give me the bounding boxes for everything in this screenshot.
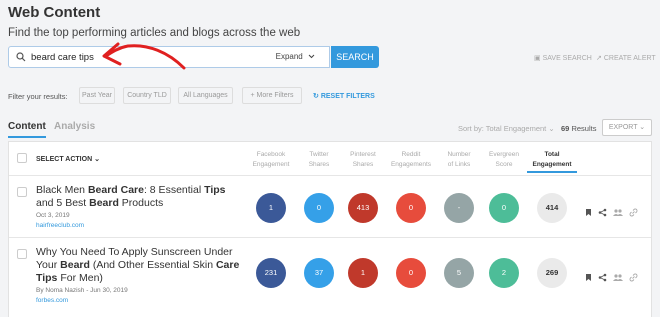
row-meta: Oct 3, 2019 bbox=[36, 212, 70, 219]
filter-all-languages[interactable]: All Languages bbox=[178, 87, 233, 104]
header-divider bbox=[9, 175, 651, 176]
tab-analysis[interactable]: Analysis bbox=[54, 121, 95, 132]
create-alert-link[interactable]: ↗ CREATE ALERT bbox=[596, 54, 656, 62]
chevron-down-icon bbox=[308, 55, 315, 59]
twitter-metric: 0 bbox=[304, 193, 334, 223]
page-title: Web Content bbox=[8, 4, 101, 21]
users-icon[interactable] bbox=[613, 204, 623, 216]
reddit-metric: 0 bbox=[396, 193, 426, 223]
trend-icon: ↗ bbox=[596, 55, 602, 62]
share-icon[interactable] bbox=[598, 204, 607, 217]
red-arrow-annotation bbox=[102, 42, 186, 70]
chevron-down-icon: ⌄ bbox=[639, 124, 646, 131]
bookmark-icon[interactable] bbox=[584, 204, 593, 216]
row-checkbox[interactable] bbox=[17, 187, 27, 197]
refresh-icon: ↻ bbox=[313, 93, 319, 100]
col-twitter[interactable]: Twitter Shares bbox=[297, 150, 341, 169]
expand-label: Expand bbox=[275, 52, 303, 61]
total-metric: 414 bbox=[537, 193, 567, 223]
row-domain-link[interactable]: hairfreeclub.com bbox=[36, 222, 84, 229]
reddit-metric: 0 bbox=[396, 258, 426, 288]
col-reddit[interactable]: Reddit Engagements bbox=[389, 150, 433, 169]
reset-filters-link[interactable]: ↻ RESET FILTERS bbox=[313, 92, 375, 100]
chevron-down-icon: ⌄ bbox=[548, 124, 555, 133]
select-action-dropdown[interactable]: SELECT ACTION ⌄ bbox=[36, 155, 100, 163]
row-divider bbox=[9, 237, 651, 238]
filter-more-filters[interactable]: + More Filters bbox=[242, 87, 302, 104]
search-button[interactable]: SEARCH bbox=[331, 46, 379, 68]
row-meta: By Noma Nazish - Jun 30, 2019 bbox=[36, 287, 128, 294]
col-total[interactable]: Total Engagement bbox=[527, 150, 577, 173]
select-all-checkbox[interactable] bbox=[17, 153, 27, 163]
users-icon[interactable] bbox=[613, 269, 623, 281]
col-pinterest[interactable]: Pinterest Shares bbox=[341, 150, 385, 169]
evergreen-metric: 2 bbox=[489, 258, 519, 288]
export-button[interactable]: EXPORT ⌄ bbox=[602, 119, 652, 136]
facebook-metric: 1 bbox=[256, 193, 286, 223]
facebook-metric: 231 bbox=[256, 258, 286, 288]
share-icon[interactable] bbox=[598, 269, 607, 282]
chevron-down-icon: ⌄ bbox=[94, 156, 100, 163]
expand-dropdown[interactable]: Expand bbox=[276, 52, 315, 61]
links-metric: - bbox=[444, 193, 474, 223]
pinterest-metric: 413 bbox=[348, 193, 378, 223]
results-table: SELECT ACTION ⌄ Facebook Engagement Twitt… bbox=[8, 141, 652, 317]
evergreen-metric: 0 bbox=[489, 193, 519, 223]
row-domain-link[interactable]: forbes.com bbox=[36, 297, 68, 304]
row-checkbox[interactable] bbox=[17, 249, 27, 259]
filter-past-year[interactable]: Past Year bbox=[79, 87, 115, 104]
filter-label: Filter your results: bbox=[8, 92, 68, 101]
sort-dropdown[interactable]: Sort by: Total Engagement ⌄ bbox=[458, 124, 555, 133]
filter-country-tld[interactable]: Country TLD bbox=[123, 87, 171, 104]
link-icon[interactable] bbox=[629, 269, 638, 282]
results-count: 69 Results bbox=[561, 124, 597, 133]
search-icon bbox=[16, 52, 26, 62]
twitter-metric: 37 bbox=[304, 258, 334, 288]
row-title[interactable]: Why You Need To Apply Sunscreen Under Yo… bbox=[36, 246, 241, 285]
row-title[interactable]: Black Men Beard Care: 8 Essential Tips a… bbox=[36, 184, 241, 210]
tab-content[interactable]: Content bbox=[8, 121, 46, 138]
col-facebook[interactable]: Facebook Engagement bbox=[249, 150, 293, 169]
col-links[interactable]: Number of Links bbox=[437, 150, 481, 169]
pinterest-metric: 1 bbox=[348, 258, 378, 288]
bookmark-icon[interactable] bbox=[584, 269, 593, 281]
total-metric: 269 bbox=[537, 258, 567, 288]
link-icon[interactable] bbox=[629, 204, 638, 217]
save-icon: ▣ bbox=[534, 55, 541, 62]
save-search-link[interactable]: ▣ SAVE SEARCH bbox=[534, 54, 592, 62]
links-metric: 5 bbox=[444, 258, 474, 288]
col-evergreen[interactable]: Evergreen Score bbox=[482, 150, 526, 169]
